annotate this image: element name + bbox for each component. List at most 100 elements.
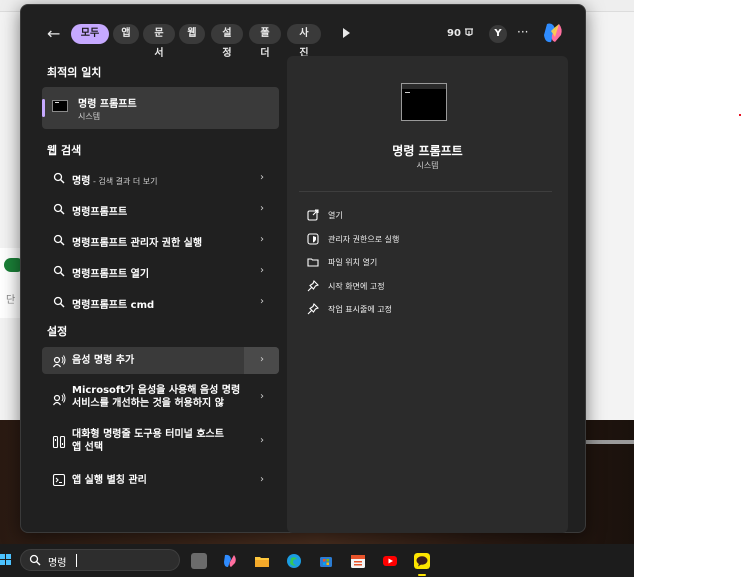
tab-settings[interactable]: 설정 bbox=[211, 24, 243, 59]
web-search-title: 웹 검색 bbox=[47, 144, 82, 157]
search-icon bbox=[29, 554, 41, 566]
search-value: 명령 bbox=[48, 558, 67, 569]
youtube-icon[interactable] bbox=[382, 553, 398, 569]
settings-item-app-aliases[interactable]: 앱 실행 별칭 관리 › bbox=[42, 467, 279, 494]
settings-item-terminal-host[interactable]: 대화형 명령줄 도구용 터미널 호스트 앱 선택 › bbox=[42, 425, 279, 459]
web-search-label: 명령프롬프트 관리자 권한 실행 bbox=[72, 234, 202, 249]
calendar-app-icon[interactable] bbox=[350, 553, 366, 569]
text-caret bbox=[76, 554, 77, 567]
query-suffix: - 검색 결과 더 보기 bbox=[90, 177, 158, 186]
divider bbox=[299, 191, 552, 192]
action-label: 열기 bbox=[328, 211, 343, 220]
search-icon bbox=[53, 172, 65, 184]
action-open-file-location[interactable]: 파일 위치 열기 bbox=[307, 254, 547, 272]
chevron-right-icon: › bbox=[260, 391, 264, 402]
voice-icon bbox=[53, 393, 66, 406]
settings-item-add-voice-command[interactable]: 음성 명령 추가 › bbox=[42, 347, 279, 374]
more-tabs-play-icon[interactable] bbox=[343, 28, 350, 38]
red-dot bbox=[739, 114, 741, 116]
pin-icon bbox=[307, 280, 319, 292]
search-icon bbox=[53, 296, 65, 308]
back-arrow-icon[interactable]: ← bbox=[47, 24, 60, 43]
preview-pane: 명령 프롬프트 시스템 열기 관리자 권한으로 실행 파일 위치 열기 시작 화… bbox=[287, 56, 568, 533]
tab-documents[interactable]: 문서 bbox=[143, 24, 175, 59]
query-text: 명령프롬프트 관리자 권한 실행 bbox=[72, 238, 203, 249]
chevron-right-icon: › bbox=[260, 265, 264, 276]
settings-item-voice-privacy[interactable]: Microsoft가 음성을 사용해 음성 명령 서비스를 개선하는 것을 허용… bbox=[42, 381, 279, 415]
web-search-item[interactable]: 명령프롬프트 › bbox=[42, 195, 279, 223]
web-search-label: 명령프롬프트 cmd bbox=[72, 296, 154, 311]
selection-indicator bbox=[42, 99, 45, 117]
web-search-item[interactable]: 명령프롬프트 관리자 권한 실행 › bbox=[42, 226, 279, 254]
shield-icon bbox=[307, 233, 319, 245]
action-run-as-admin[interactable]: 관리자 권한으로 실행 bbox=[307, 231, 547, 249]
web-search-item[interactable]: 명령프롬프트 열기 › bbox=[42, 257, 279, 285]
action-pin-to-start[interactable]: 시작 화면에 고정 bbox=[307, 278, 547, 296]
background-divider bbox=[586, 440, 634, 444]
chevron-right-icon: › bbox=[260, 203, 264, 214]
command-prompt-large-icon bbox=[401, 83, 447, 121]
pin-icon bbox=[307, 303, 319, 315]
search-icon bbox=[53, 265, 65, 277]
command-prompt-icon bbox=[52, 100, 68, 112]
settings-item-label: 앱 실행 별칭 관리 bbox=[72, 475, 147, 486]
rewards-icon bbox=[465, 28, 474, 36]
preview-title: 명령 프롬프트 bbox=[392, 144, 463, 158]
avatar[interactable]: Y bbox=[489, 25, 507, 43]
tab-all[interactable]: 모두 bbox=[71, 24, 109, 44]
filter-bar: ← 모두 앱 문서 웹 설정 폴더 사진 90 Y ··· bbox=[21, 5, 587, 59]
copilot-icon[interactable] bbox=[541, 21, 565, 45]
file-explorer-icon[interactable] bbox=[254, 553, 270, 569]
open-icon bbox=[307, 209, 319, 221]
web-search-label: 명령프롬프트 bbox=[72, 203, 127, 218]
best-match-name: 명령 프롬프트 bbox=[78, 99, 137, 110]
search-icon bbox=[53, 234, 65, 246]
background-text: 단 bbox=[6, 295, 16, 306]
label-line-2: 앱 선택 bbox=[72, 442, 104, 453]
query-text: 명령 bbox=[72, 176, 91, 187]
web-search-label: 명령프롬프트 열기 bbox=[72, 265, 149, 280]
action-open[interactable]: 열기 bbox=[307, 207, 547, 225]
action-pin-to-taskbar[interactable]: 작업 표시줄에 고정 bbox=[307, 301, 547, 319]
copilot-taskbar-icon[interactable] bbox=[222, 553, 238, 569]
best-match-subtitle: 시스템 bbox=[78, 112, 101, 121]
points-value: 90 bbox=[447, 28, 461, 39]
edge-browser-icon[interactable] bbox=[286, 553, 302, 569]
tab-web[interactable]: 웹 bbox=[179, 24, 205, 44]
task-view-icon[interactable] bbox=[191, 553, 207, 569]
action-label: 작업 표시줄에 고정 bbox=[328, 305, 392, 314]
web-search-item[interactable]: 명령프롬프트 cmd › bbox=[42, 288, 279, 316]
query-text: 명령프롬프트 열기 bbox=[72, 269, 150, 280]
settings-item-label: 대화형 명령줄 도구용 터미널 호스트 앱 선택 bbox=[72, 428, 224, 454]
more-options-icon[interactable]: ··· bbox=[517, 25, 528, 39]
windows-start-icon[interactable] bbox=[0, 553, 12, 567]
kakaotalk-icon[interactable] bbox=[414, 553, 430, 569]
preview-subtitle: 시스템 bbox=[416, 161, 439, 170]
settings-item-label: 음성 명령 추가 bbox=[72, 355, 135, 366]
best-match-title: 최적의 일치 bbox=[47, 66, 102, 79]
chevron-right-icon: › bbox=[260, 354, 264, 365]
chevron-right-icon: › bbox=[260, 172, 264, 183]
chevron-right-icon: › bbox=[260, 474, 264, 485]
label-line-1: Microsoft가 음성을 사용해 음성 명령 bbox=[72, 385, 241, 396]
chevron-right-icon: › bbox=[260, 234, 264, 245]
action-label: 관리자 권한으로 실행 bbox=[328, 235, 400, 244]
query-text: 명령프롬프트 bbox=[72, 207, 128, 218]
terminal-settings-icon bbox=[52, 435, 66, 449]
action-label: 시작 화면에 고정 bbox=[328, 282, 385, 291]
taskbar: 명령 bbox=[0, 544, 634, 577]
store-icon[interactable] bbox=[318, 553, 334, 569]
folder-icon bbox=[307, 258, 319, 267]
tab-apps[interactable]: 앱 bbox=[113, 24, 139, 44]
tab-folders[interactable]: 폴더 bbox=[249, 24, 281, 59]
web-search-item[interactable]: 명령 - 검색 결과 더 보기 › bbox=[42, 164, 279, 192]
start-menu: ← 모두 앱 문서 웹 설정 폴더 사진 90 Y ··· 최적의 일치 명령 … bbox=[20, 4, 586, 533]
action-label: 파일 위치 열기 bbox=[328, 258, 378, 267]
rewards-points[interactable]: 90 bbox=[447, 27, 474, 39]
tab-photos[interactable]: 사진 bbox=[287, 24, 321, 59]
active-app-indicator bbox=[418, 574, 426, 576]
taskbar-search-input[interactable]: 명령 bbox=[20, 549, 180, 571]
settings-title: 설정 bbox=[47, 325, 68, 338]
search-icon bbox=[53, 203, 65, 215]
best-match-item[interactable]: 명령 프롬프트 시스템 bbox=[42, 87, 279, 129]
